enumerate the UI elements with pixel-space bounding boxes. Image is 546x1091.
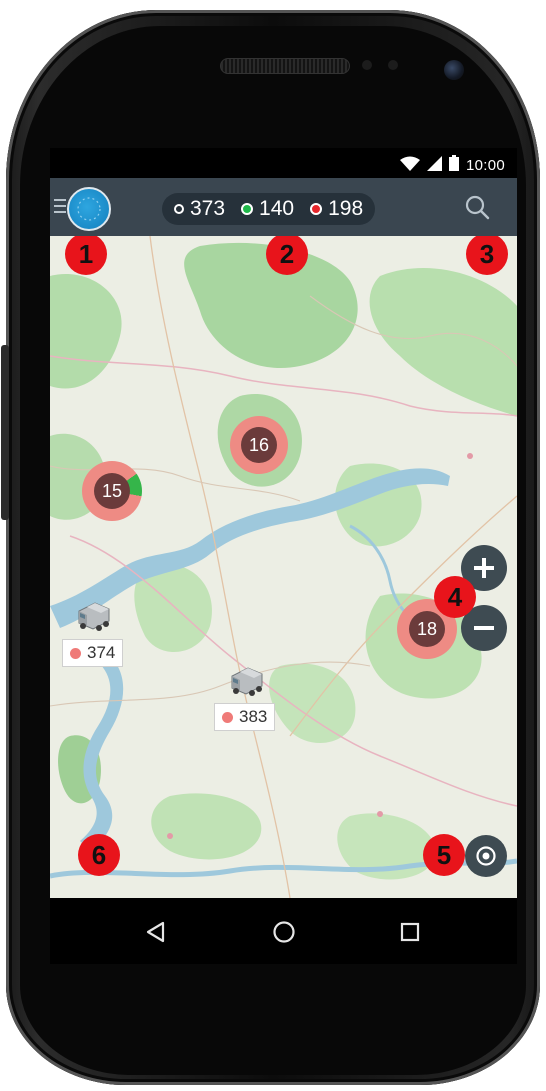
- ring-dot-icon: [174, 204, 184, 214]
- map-view[interactable]: 16 15 18 374 383 1 2 3 4 5 6: [50, 236, 517, 898]
- vehicle-label[interactable]: 374: [62, 639, 124, 667]
- app-logo-icon[interactable]: [67, 187, 111, 231]
- status-dot-icon: [222, 711, 233, 723]
- map-cluster[interactable]: 16: [230, 416, 288, 474]
- map-terrain: [50, 236, 517, 898]
- front-camera-icon: [444, 60, 464, 80]
- status-icons: 10:00: [399, 155, 505, 176]
- recents-button[interactable]: [390, 912, 430, 952]
- vehicle-label-text: 383: [239, 707, 268, 726]
- home-circle-icon: [273, 921, 295, 943]
- vehicle-label[interactable]: 383: [214, 703, 276, 731]
- proximity-sensor: [362, 60, 372, 70]
- cluster-count: 15: [94, 473, 130, 509]
- green-dot-icon: [241, 203, 254, 215]
- back-triangle-icon: [146, 921, 165, 943]
- truck-icon: [78, 602, 110, 631]
- cluster-count: 18: [409, 611, 445, 647]
- wifi-icon: [399, 156, 420, 176]
- home-button[interactable]: [264, 912, 304, 952]
- truck-icon: [231, 667, 263, 696]
- vehicle-label-text: 374: [87, 643, 116, 662]
- screen: 10:00 373 140 198 16 15 18 374 383 1 2 3…: [50, 148, 517, 898]
- hamburger-icon[interactable]: [54, 199, 66, 213]
- plus-icon: [474, 558, 494, 578]
- side-button: [1, 345, 9, 520]
- cluster-count: 16: [241, 427, 277, 463]
- earpiece-speaker: [220, 58, 350, 74]
- vehicle-marker[interactable]: [228, 666, 266, 705]
- battery-icon: [448, 155, 459, 176]
- callout-badge: 6: [78, 834, 120, 876]
- system-nav-bar: [50, 898, 517, 964]
- counter-offline-value: 198: [328, 197, 364, 220]
- counter-online-value: 140: [259, 197, 295, 220]
- vehicle-marker[interactable]: [75, 601, 113, 640]
- status-counters[interactable]: 373 140 198: [162, 193, 376, 225]
- counter-total: 373: [174, 197, 225, 221]
- red-dot-icon: [310, 203, 323, 215]
- status-time: 10:00: [465, 157, 505, 174]
- callout-badge: 5: [423, 834, 465, 876]
- app-bar: 373 140 198: [50, 178, 517, 236]
- my-location-icon: [476, 846, 496, 866]
- search-icon[interactable]: [464, 194, 490, 220]
- recents-square-icon: [400, 922, 420, 942]
- signal-icon: [426, 155, 442, 176]
- minus-icon: [474, 626, 494, 630]
- counter-offline: 198: [310, 197, 363, 221]
- my-location-button[interactable]: [465, 835, 507, 877]
- status-bar: 10:00: [50, 148, 517, 178]
- counter-total-value: 373: [190, 197, 226, 220]
- counter-online: 140: [241, 197, 294, 221]
- callout-badge: 4: [434, 576, 476, 618]
- light-sensor: [388, 60, 398, 70]
- back-button[interactable]: [136, 912, 176, 952]
- map-cluster[interactable]: 15: [82, 461, 142, 521]
- status-dot-icon: [70, 647, 81, 659]
